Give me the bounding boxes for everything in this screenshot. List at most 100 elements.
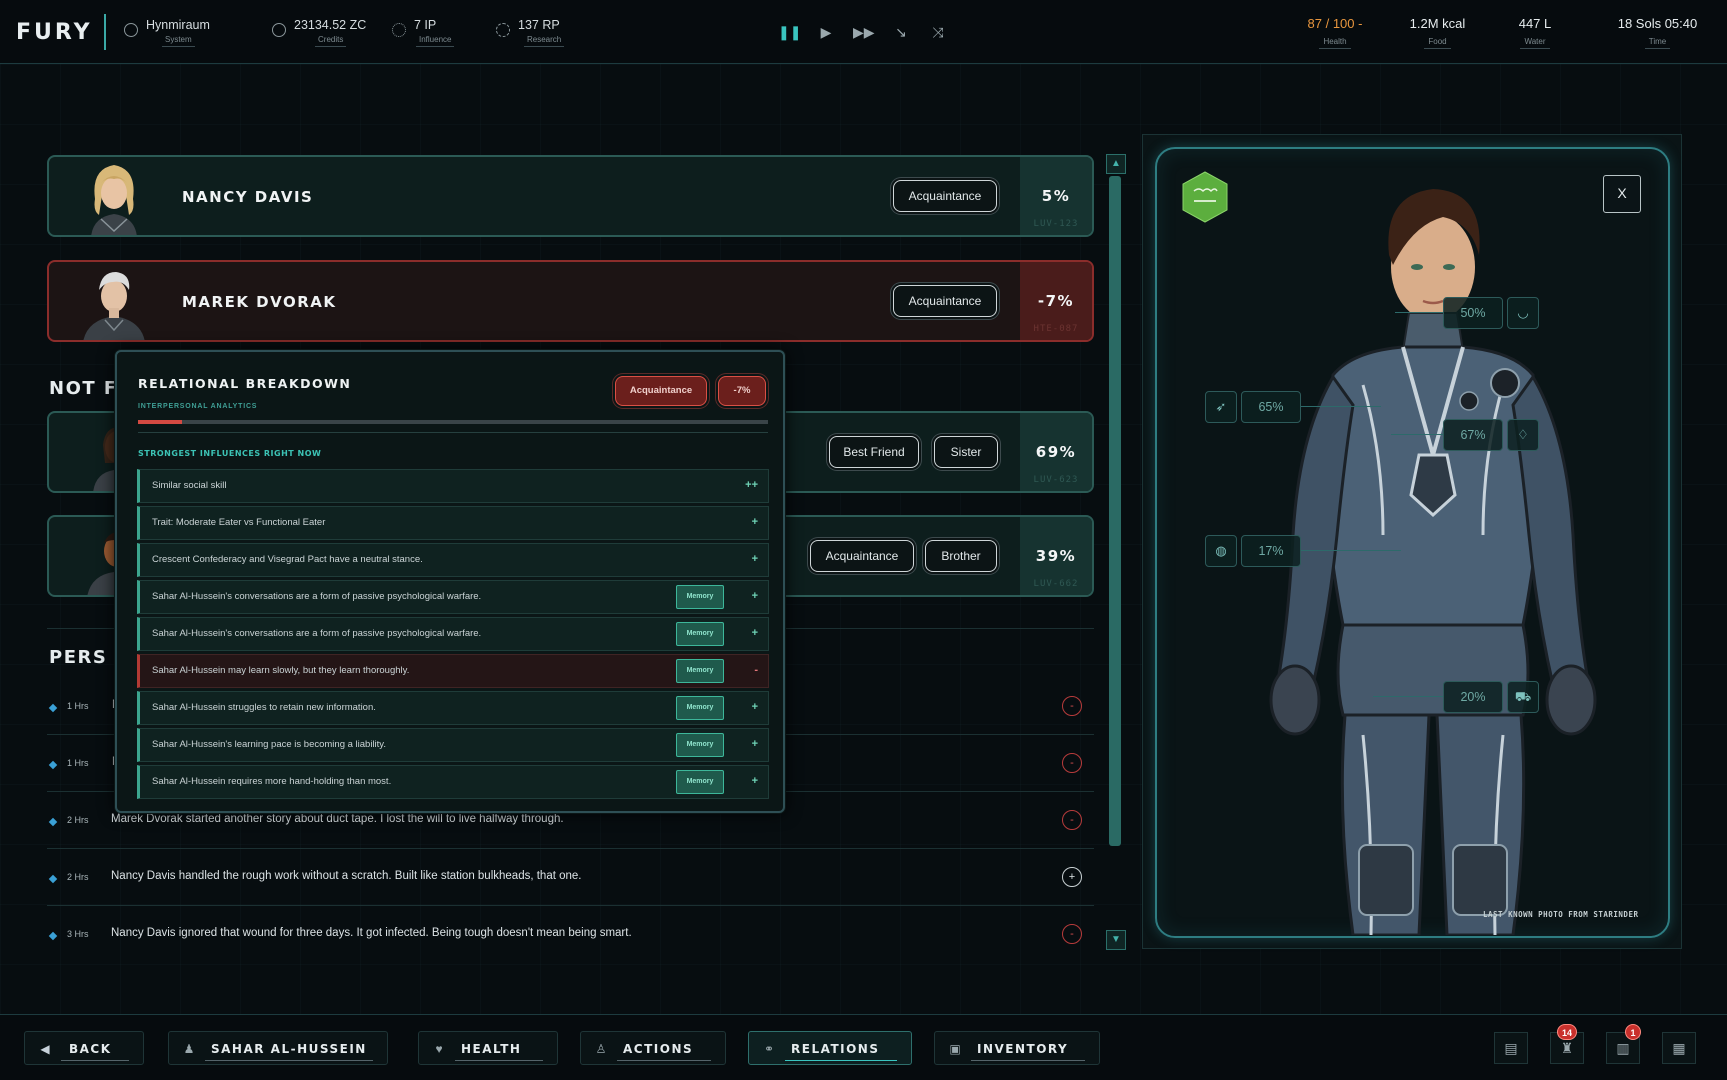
play-icon[interactable]: ▶ [816, 23, 836, 41]
relation-tag-acquaintance[interactable]: Acquaintance [893, 180, 997, 212]
log-text: Nancy Davis handled the rough work witho… [111, 870, 582, 882]
relation-tag-brother[interactable]: Brother [925, 540, 997, 572]
relation-score: 69% LUV-623 [1020, 413, 1092, 491]
relation-tag-acquaintance[interactable]: Acquaintance [893, 285, 997, 317]
pause-icon[interactable]: ❚❚ [778, 23, 801, 41]
food-bowl-icon: ◡ [1507, 297, 1539, 329]
popup-subtitle: INTERPERSONAL ANALYTICS [138, 403, 258, 410]
scroll-thumb[interactable] [1109, 176, 1121, 846]
stat-influence-label: Influence [416, 35, 455, 47]
relation-tag-sister[interactable]: Sister [934, 436, 998, 468]
stat-time-label: Time [1644, 37, 1671, 49]
stat-water[interactable]: 447 L Water [1505, 16, 1565, 49]
memory-badge[interactable]: Memory [676, 659, 724, 683]
nav-actions-label: ACTIONS [623, 1042, 694, 1056]
nav-underline [785, 1060, 897, 1061]
log-impact-negative: - [1062, 810, 1082, 830]
influence-impact: + [751, 775, 758, 787]
influence-impact: ++ [745, 479, 758, 491]
nav-health[interactable]: ♥ HEALTH [418, 1031, 558, 1065]
memory-badge[interactable]: Memory [676, 696, 724, 720]
faster-icon[interactable]: ↘ [891, 23, 911, 41]
relation-card-marek-dvorak[interactable]: MAREK DVORAK Acquaintance -7% HTE-087 [47, 260, 1094, 342]
influence-text: Sahar Al-Hussein's learning pace is beco… [152, 739, 386, 750]
nav-inventory[interactable]: ▣ INVENTORY [934, 1031, 1100, 1065]
memory-badge[interactable]: Memory [676, 770, 724, 794]
log-impact-negative: - [1062, 924, 1082, 944]
log-text: Marek Dvorak started another story about… [111, 813, 564, 825]
need-connector [1301, 406, 1381, 407]
back-button[interactable]: ◀ BACK [24, 1031, 144, 1065]
game-logo: FURY [16, 20, 93, 45]
influence-row: Sahar Al-Hussein's conversations are a f… [137, 617, 769, 651]
scroll-up-button[interactable]: ▲ [1106, 154, 1126, 174]
nav-underline [617, 1060, 711, 1061]
log-bullet [48, 931, 58, 941]
fastest-icon[interactable]: ⤨ [928, 23, 948, 41]
influences-heading: STRONGEST INFLUENCES RIGHT NOW [138, 449, 322, 458]
nav-relations-label: RELATIONS [791, 1042, 880, 1056]
stat-research-value: 137 RP [518, 18, 560, 32]
influence-row-negative: Sahar Al-Hussein may learn slowly, but t… [137, 654, 769, 688]
popup-relation-tag: Acquaintance [615, 376, 707, 406]
log-icon[interactable]: ▥ 1 [1606, 1024, 1641, 1064]
planet-icon [124, 23, 138, 37]
need-value: 17% [1241, 535, 1301, 567]
logo-divider [104, 14, 106, 50]
notification-badge: 14 [1557, 1024, 1578, 1040]
relational-breakdown-popup: RELATIONAL BREAKDOWN INTERPERSONAL ANALY… [115, 350, 785, 813]
relation-percent: 69% [1035, 443, 1077, 461]
log-row: 2 Hrs Nancy Davis handled the rough work… [47, 850, 1094, 906]
memory-badge[interactable]: Memory [676, 733, 724, 757]
influence-text: Crescent Confederacy and Visegrad Pact h… [152, 554, 423, 565]
influence-impact: + [751, 627, 758, 639]
section-heading-personal-log: PERS [49, 647, 108, 668]
stat-influence-value: 7 IP [414, 18, 437, 32]
influence-text: Sahar Al-Hussein may learn slowly, but t… [152, 665, 410, 676]
relation-tag-best-friend[interactable]: Best Friend [829, 436, 919, 468]
back-arrow-icon: ◀ [40, 1042, 50, 1056]
influence-text: Sahar Al-Hussein's conversations are a f… [152, 628, 482, 639]
back-button-label: BACK [69, 1042, 112, 1056]
relation-card-nancy-davis[interactable]: NANCY DAVIS Acquaintance 5% LUV-123 [47, 155, 1094, 237]
notification-badge: 1 [1625, 1024, 1641, 1040]
stat-time-value: 18 Sols 05:40 [1617, 16, 1698, 31]
cart-icon: ⛟ [1507, 681, 1539, 713]
log-impact-negative: - [1062, 696, 1082, 716]
influence-row: Sahar Al-Hussein's learning pace is beco… [137, 728, 769, 762]
relation-percent: -7% [1037, 292, 1075, 310]
influence-text: Sahar Al-Hussein struggles to retain new… [152, 702, 376, 713]
nav-actions[interactable]: ♙ ACTIONS [580, 1031, 726, 1065]
stat-health[interactable]: 87 / 100 - Health [1290, 16, 1380, 49]
codex-icon[interactable]: ▤ [1494, 1032, 1528, 1064]
relations-scrollbar[interactable]: ▲ ▼ [1106, 154, 1126, 950]
scroll-down-button[interactable]: ▼ [1106, 930, 1126, 950]
fast-forward-icon[interactable]: ▶▶ [853, 23, 875, 41]
clipboard-icon[interactable]: ▦ [1662, 1032, 1696, 1064]
log-row: 3 Hrs Nancy Davis ignored that wound for… [47, 907, 1094, 963]
memory-badge[interactable]: Memory [676, 622, 724, 646]
stat-time[interactable]: 18 Sols 05:40 Time [1605, 16, 1710, 49]
influence-row: Sahar Al-Hussein struggles to retain new… [137, 691, 769, 725]
bottom-nav: ◀ BACK ♟ SAHAR AL-HUSSEIN ♥ HEALTH ♙ ACT… [0, 1014, 1727, 1080]
nav-character[interactable]: ♟ SAHAR AL-HUSSEIN [168, 1031, 388, 1065]
handshake-icon: ⚭ [763, 1042, 775, 1056]
log-bullet [48, 703, 58, 713]
influence-row: Similar social skill ++ [137, 469, 769, 503]
nav-underline [455, 1060, 543, 1061]
nav-character-label: SAHAR AL-HUSSEIN [211, 1042, 367, 1056]
research-icon [496, 23, 510, 37]
log-time: 3 Hrs [67, 929, 89, 939]
stat-health-value: 87 / 100 - [1307, 16, 1363, 31]
stat-food[interactable]: 1.2M kcal Food [1400, 16, 1475, 49]
relation-name: MAREK DVORAK [182, 293, 337, 311]
water-drop-icon: ♢ [1507, 419, 1539, 451]
faction-flag-icon [1182, 171, 1228, 223]
top-bar: FURY Hynmiraum System 23134.52 ZC Credit… [0, 0, 1727, 64]
stat-system-value: Hynmiraum [146, 18, 210, 32]
relation-tag-acquaintance[interactable]: Acquaintance [810, 540, 914, 572]
crew-icon[interactable]: ♜ 14 [1550, 1024, 1584, 1064]
influence-row: Crescent Confederacy and Visegrad Pact h… [137, 543, 769, 577]
memory-badge[interactable]: Memory [676, 585, 724, 609]
nav-relations[interactable]: ⚭ RELATIONS [748, 1031, 912, 1065]
